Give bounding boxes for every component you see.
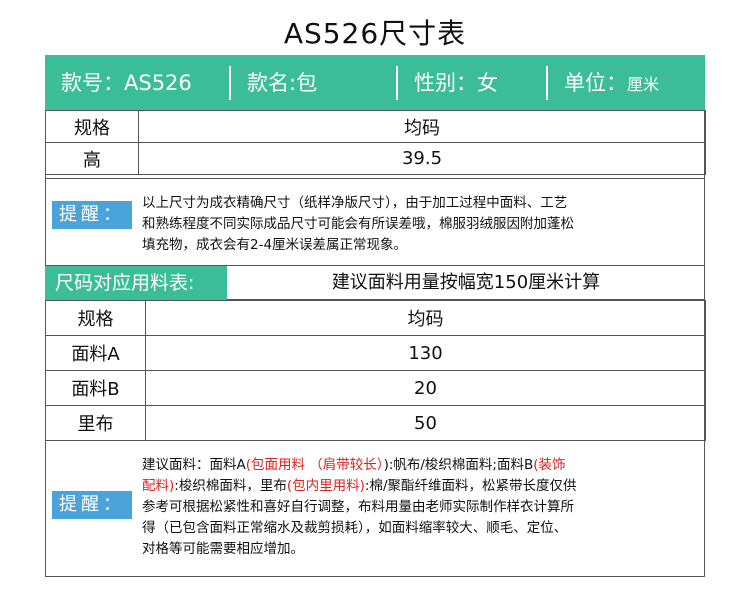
fabric-header-spec: 规格	[45, 300, 146, 336]
reminder-line: 以上尺寸为成衣精确尺寸（纸样净版尺寸），由于加工过程中面料、工艺	[142, 195, 568, 211]
unit-value: 厘米	[627, 74, 660, 94]
fabric-row-label: 面料B	[45, 370, 146, 406]
size-row-value: 39.5	[138, 142, 706, 175]
reminder-box-1: 提醒： 以上尺寸为成衣精确尺寸（纸样净版尺寸），由于加工过程中面料、工艺 和熟练…	[45, 178, 705, 266]
unit-label: 单位：	[564, 70, 627, 95]
fabric-row-value: 20	[145, 370, 706, 406]
table-row: 高 39.5	[45, 142, 706, 175]
reminder-highlight: (装饰	[533, 457, 566, 473]
fabric-ref-label: 尺码对应用料表:	[45, 266, 227, 300]
reminder-highlight: (包内里用料)	[286, 478, 365, 494]
page-title: AS526尺寸表	[283, 17, 467, 50]
reminder-line: 和熟练程度不同实际成品尺寸可能会有所误差哦，棉服羽绒服因附加蓬松	[142, 216, 574, 232]
reminder-text-2: 建议面料：面料A(包面用料 （肩带较长）):帆布/梭织棉面料;面料B(装饰 配料…	[142, 455, 702, 560]
fabric-row-label: 里布	[45, 405, 146, 441]
reminder-segment: :梭织棉面料，里布	[174, 478, 287, 494]
fabric-header-onesize: 均码	[145, 300, 706, 336]
size-header-spec: 规格	[45, 110, 139, 143]
header-bar: 款号：AS526 款名:包 性别：女 单位：厘米	[45, 55, 705, 110]
size-header-onesize: 均码	[138, 110, 706, 143]
fabric-row-label: 面料A	[45, 335, 146, 371]
table-row: 里布 50	[45, 405, 706, 441]
reminder-line: 得（已包含面料正常缩水及裁剪损耗），如面料缩率较大、顺毛、定位、	[142, 520, 568, 536]
fabric-table: 规格 均码 面料A 130 面料B 20 里布 50	[45, 300, 706, 441]
gender: 性别：女	[398, 65, 548, 100]
size-row-label: 高	[45, 142, 139, 175]
reminder-line: 配料):梭织棉面料，里布(包内里用料):棉/聚酯纤维面料，松紧带长度仅供	[142, 476, 702, 497]
table-row: 面料B 20	[45, 370, 706, 406]
reminder-box-2: 提醒： 建议面料：面料A(包面用料 （肩带较长）):帆布/梭织棉面料;面料B(装…	[45, 440, 705, 577]
size-table-header: 规格 均码	[45, 110, 706, 143]
reminder-badge-2: 提醒：	[52, 491, 132, 519]
reminder-line: 建议面料：面料A(包面用料 （肩带较长）):帆布/梭织棉面料;面料B(装饰	[142, 455, 702, 476]
reminder-segment: ):帆布/梭织棉面料;面料B	[383, 457, 534, 473]
style-name: 款名:包	[231, 65, 398, 100]
reminder-line: 填充物，成衣会有2-4厘米误差属正常现象。	[142, 237, 408, 253]
reminder-line: 对格等可能需要相应增加。	[142, 541, 304, 557]
reminder-badge-1: 提醒：	[52, 201, 132, 229]
fabric-row-value: 50	[145, 405, 706, 441]
unit: 单位：厘米	[548, 66, 705, 100]
table-row: 面料A 130	[45, 335, 706, 371]
fabric-ref-note: 建议面料用量按幅宽150厘米计算	[227, 266, 705, 300]
reminder-segment: 建议面料：面料A	[142, 457, 246, 473]
style-number: 款号：AS526	[45, 65, 231, 100]
reminder-segment: :棉/聚酯纤维面料，松紧带长度仅供	[364, 478, 577, 494]
size-table: 规格 均码 高 39.5	[45, 110, 706, 175]
fabric-table-header: 规格 均码	[45, 300, 706, 336]
reminder-highlight: 配料)	[142, 478, 175, 494]
reminder-line: 参考可根据松紧性和喜好自行调整，布料用量由老师实际制作样衣计算所	[142, 499, 574, 515]
fabric-row-value: 130	[145, 335, 706, 371]
reminder-text-1: 以上尺寸为成衣精确尺寸（纸样净版尺寸），由于加工过程中面料、工艺 和熟练程度不同…	[142, 193, 702, 256]
reminder-highlight: (包面用料 （肩带较长）	[245, 457, 384, 473]
